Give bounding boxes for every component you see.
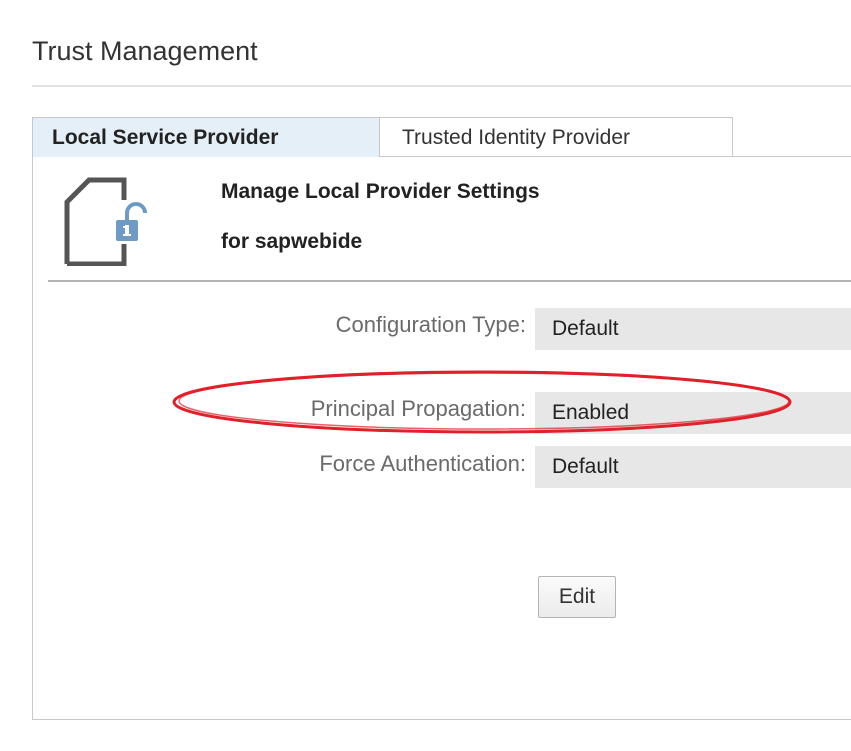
- document-unlocked-icon: [64, 177, 147, 266]
- settings-subtitle: for sapwebide: [221, 230, 363, 253]
- principal-propagation-value: Enabled: [535, 392, 851, 434]
- tab-local-service-provider[interactable]: Local Service Provider: [32, 117, 380, 157]
- force-authentication-label: Force Authentication:: [319, 451, 526, 476]
- title-divider: [32, 85, 851, 87]
- edit-button[interactable]: Edit: [538, 576, 616, 618]
- page-title: Trust Management: [32, 36, 258, 66]
- settings-title: Manage Local Provider Settings: [221, 180, 540, 203]
- tab-content-panel: [32, 156, 851, 720]
- configuration-type-value: Default: [535, 308, 851, 350]
- force-authentication-value: Default: [535, 446, 851, 488]
- configuration-type-label: Configuration Type:: [335, 312, 526, 337]
- header-divider: [48, 280, 851, 282]
- tab-trusted-identity-provider[interactable]: Trusted Identity Provider: [379, 117, 733, 157]
- principal-propagation-label: Principal Propagation:: [310, 396, 526, 421]
